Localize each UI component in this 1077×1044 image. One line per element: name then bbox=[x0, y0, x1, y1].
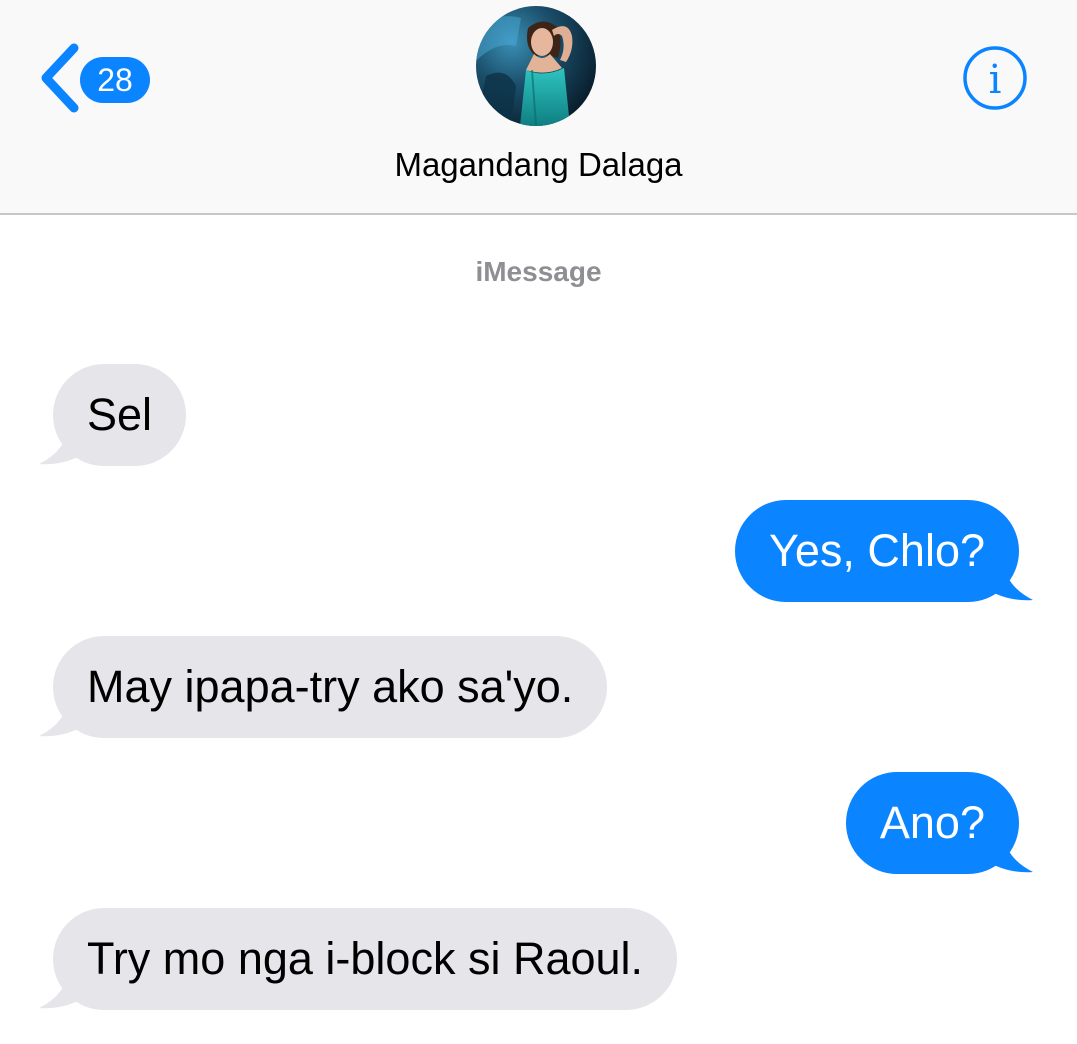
message-text: Ano? bbox=[879, 797, 985, 848]
message-bubble-outgoing[interactable]: Ano? bbox=[845, 772, 1033, 874]
conversation-header: 28 Magandang Dalaga i bbox=[0, 0, 1077, 215]
message-bubble-outgoing[interactable]: Yes, Chlo? bbox=[735, 500, 1033, 602]
contact-photo bbox=[476, 6, 596, 126]
message-bubble-incoming[interactable]: Try mo nga i-block si Raoul. bbox=[39, 908, 678, 1010]
info-glyph: i bbox=[989, 57, 1002, 103]
messages-conversation-screen: 28 Magandang Dalaga i iMessage Sel Yes, … bbox=[0, 0, 1077, 1044]
bubble-tail bbox=[39, 696, 87, 737]
message-text: Yes, Chlo? bbox=[769, 525, 985, 576]
message-bubble-incoming[interactable]: May ipapa-try ako sa'yo. bbox=[39, 636, 608, 738]
unread-count-badge: 28 bbox=[80, 57, 150, 103]
bubble-tail bbox=[39, 968, 87, 1009]
info-circle-icon: i bbox=[963, 46, 1027, 110]
message-text: Try mo nga i-block si Raoul. bbox=[87, 933, 644, 984]
contact-name[interactable]: Magandang Dalaga bbox=[0, 144, 1077, 186]
back-button[interactable]: 28 bbox=[38, 42, 154, 114]
bubble-tail bbox=[39, 424, 87, 465]
message-bubble-incoming[interactable]: Sel bbox=[39, 364, 187, 466]
info-button[interactable]: i bbox=[962, 45, 1028, 111]
message-text: Sel bbox=[87, 389, 153, 440]
bubble-tail bbox=[985, 832, 1033, 873]
service-label: iMessage bbox=[475, 256, 602, 287]
bubble-tail bbox=[985, 560, 1033, 601]
contact-avatar[interactable] bbox=[476, 6, 596, 126]
message-text: May ipapa-try ako sa'yo. bbox=[87, 661, 574, 712]
chevron-left-icon bbox=[41, 43, 79, 113]
